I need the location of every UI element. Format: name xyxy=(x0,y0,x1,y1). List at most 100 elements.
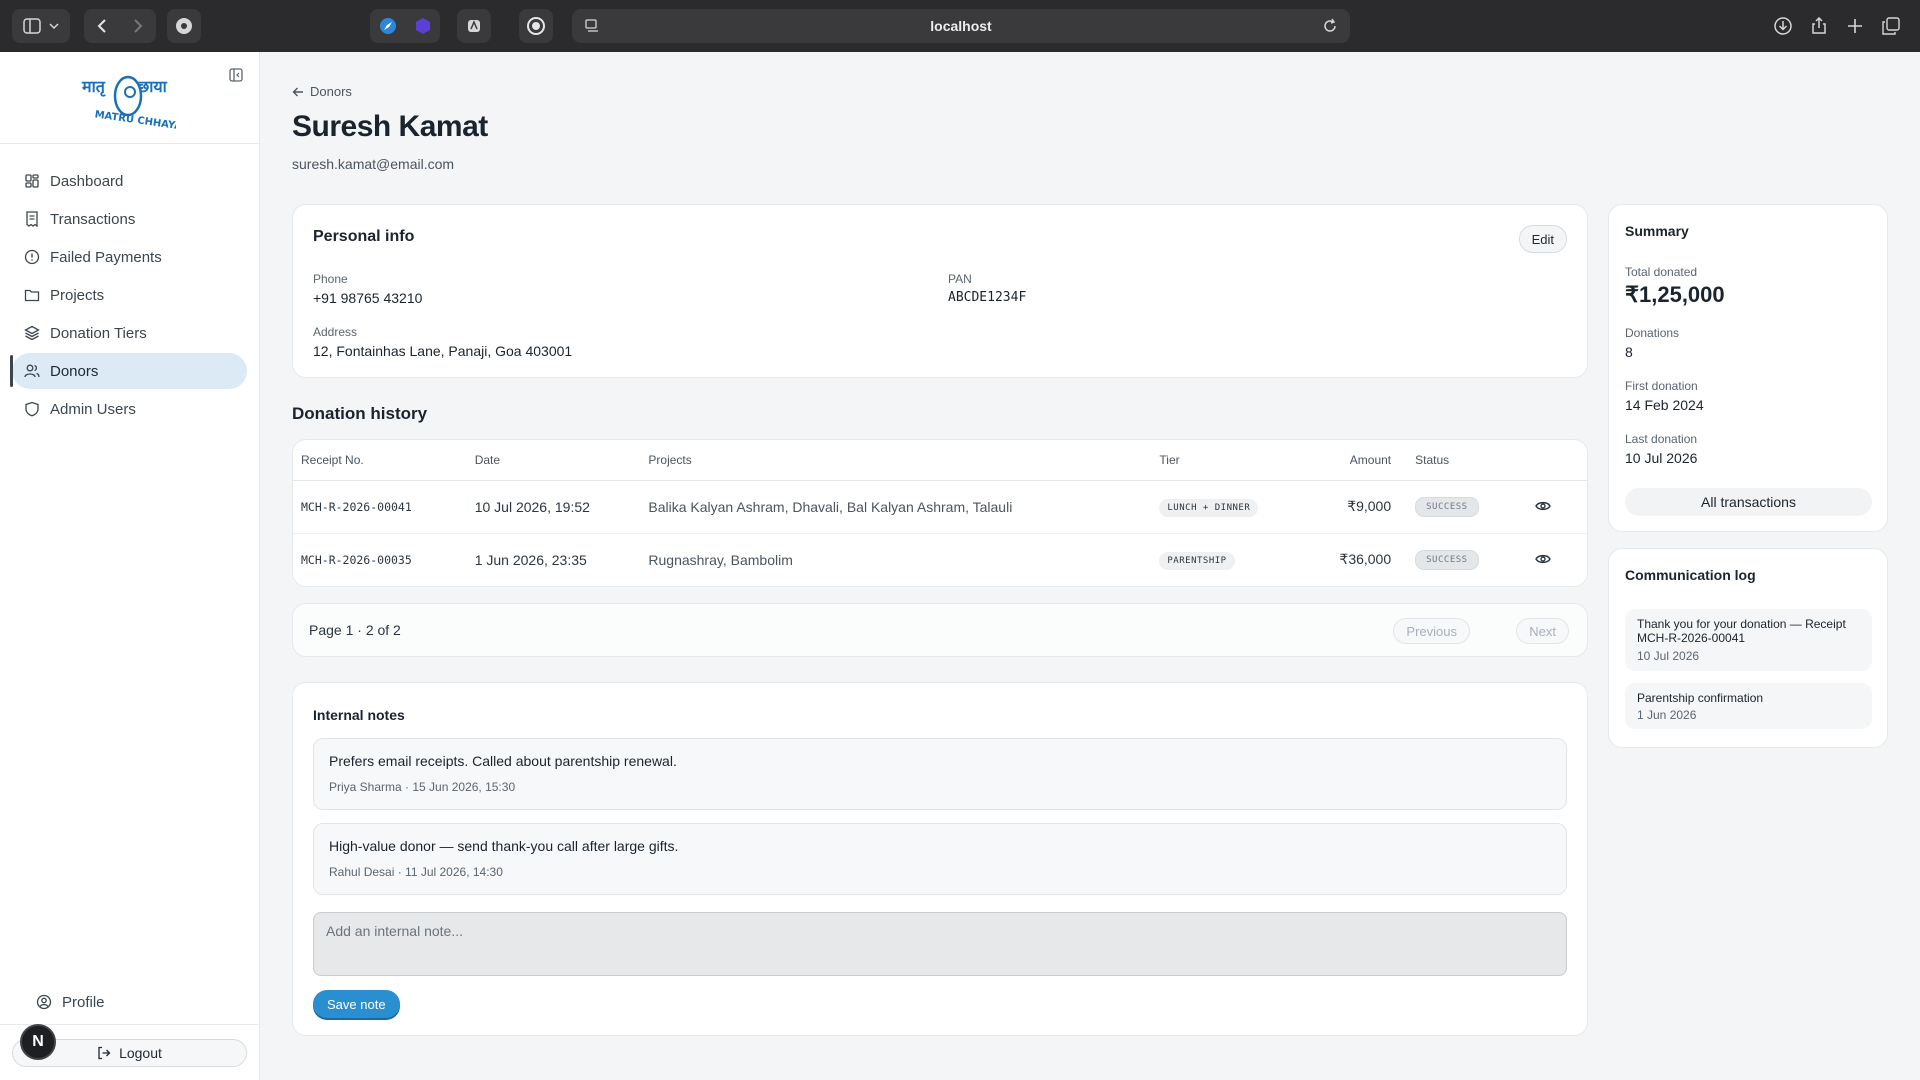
page-info: Page 1 · 2 of 2 xyxy=(309,622,401,638)
first-donation-label: First donation xyxy=(1625,379,1698,393)
sidebar-item-label: Transactions xyxy=(50,210,136,228)
donation-projects: Balika Kalyan Ashram, Dhavali, Bal Kalya… xyxy=(640,480,1152,534)
personal-info-title: Personal info xyxy=(313,228,415,245)
note-meta: Priya Sharma · 15 Jun 2026, 15:30 xyxy=(329,780,516,794)
sidebar-item-failed-payments[interactable]: Failed Payments xyxy=(12,239,247,275)
internal-notes-card: Internal notes Prefers email receipts. C… xyxy=(292,682,1588,1036)
donation-history-title: Donation history xyxy=(292,404,428,423)
last-donation-label: Last donation xyxy=(1625,432,1698,446)
pan-label: PAN xyxy=(948,272,972,286)
sidebar-item-transactions[interactable]: Transactions xyxy=(12,201,247,237)
folder-icon xyxy=(24,289,40,302)
summary-card: Summary Total donated ₹1,25,000 Donation… xyxy=(1608,204,1888,532)
note-item: Prefers email receipts. Called about par… xyxy=(313,738,1567,810)
tier-badge: LUNCH + DINNER xyxy=(1159,498,1259,517)
new-tab-icon[interactable] xyxy=(1838,9,1872,43)
breadcrumb[interactable]: Donors xyxy=(292,84,352,99)
record-icon[interactable] xyxy=(519,9,553,43)
donations-count: 8 xyxy=(1625,344,1633,360)
users-icon xyxy=(24,364,40,378)
sidebar-item-label: Donors xyxy=(50,362,99,380)
log-item-date: 1 Jun 2026 xyxy=(1637,708,1697,722)
sidebar: मातृ छाया MATRU CHHAYA Dashboard Transac… xyxy=(0,52,260,1080)
donation-history-table: Receipt No. Date Projects Tier Amount St… xyxy=(293,440,1587,586)
note-text: High-value donor — send thank-you call a… xyxy=(329,838,679,854)
donation-history-table-card: Receipt No. Date Projects Tier Amount St… xyxy=(292,439,1588,587)
sidebar-toggle-icon[interactable] xyxy=(12,9,70,43)
site-settings-icon[interactable] xyxy=(584,18,600,34)
communication-log-title: Communication log xyxy=(1625,567,1756,583)
address-bar[interactable]: localhost xyxy=(572,9,1350,43)
table-header-row: Receipt No. Date Projects Tier Amount St… xyxy=(293,440,1587,481)
donor-email: suresh.kamat@email.com xyxy=(292,156,455,172)
user-circle-icon xyxy=(36,994,52,1010)
sidebar-item-dashboard[interactable]: Dashboard xyxy=(12,163,247,199)
log-item[interactable]: Thank you for your donation — Receipt MC… xyxy=(1625,609,1872,671)
summary-title: Summary xyxy=(1625,223,1689,239)
share-icon[interactable] xyxy=(1802,9,1836,43)
first-donation-value: 14 Feb 2024 xyxy=(1625,397,1704,413)
browser-toolbar: localhost xyxy=(0,0,1920,52)
all-transactions-button[interactable]: All transactions xyxy=(1625,488,1872,516)
table-row[interactable]: MCH-R-2026-00035 1 Jun 2026, 23:35 Rugna… xyxy=(293,533,1587,586)
next-button[interactable]: Next xyxy=(1516,618,1569,644)
note-meta: Rahul Desai · 11 Jul 2026, 14:30 xyxy=(329,865,503,879)
edit-button[interactable]: Edit xyxy=(1518,225,1567,253)
shield-icon xyxy=(25,401,39,417)
forward-icon[interactable] xyxy=(133,18,143,34)
page-title: Suresh Kamat xyxy=(292,110,488,143)
breadcrumb-donors[interactable]: Donors xyxy=(310,84,352,99)
donation-amount: ₹9,000 xyxy=(1311,480,1408,534)
column-header: Receipt No. xyxy=(293,440,467,481)
receipt-icon xyxy=(26,211,38,227)
sidebar-item-admin-users[interactable]: Admin Users xyxy=(12,391,247,427)
internal-notes-title: Internal notes xyxy=(313,707,405,723)
log-item-title: Thank you for your donation — Receipt MC… xyxy=(1637,617,1846,645)
reload-icon[interactable] xyxy=(1322,18,1338,34)
log-item-title: Parentship confirmation xyxy=(1637,691,1764,705)
pan-value: ABCDE1234F xyxy=(948,290,1027,305)
url-text: localhost xyxy=(930,18,992,34)
avatar[interactable]: N xyxy=(20,1024,56,1060)
back-icon[interactable] xyxy=(97,18,107,34)
total-donated-label: Total donated xyxy=(1625,265,1698,279)
profile-label: Profile xyxy=(62,993,105,1011)
downloads-icon[interactable] xyxy=(1766,9,1800,43)
arrow-left-icon xyxy=(292,87,303,96)
tabs-overview-icon[interactable] xyxy=(1874,9,1908,43)
previous-button[interactable]: Previous xyxy=(1393,618,1470,644)
compass-icon[interactable] xyxy=(379,17,397,35)
brand-logo: मातृ छाया MATRU CHHAYA xyxy=(80,70,183,133)
personal-info-card: Personal info Edit Phone +91 98765 43210… xyxy=(292,204,1588,378)
logout-label: Logout xyxy=(119,1045,162,1061)
eye-icon[interactable] xyxy=(1535,553,1551,565)
phone-label: Phone xyxy=(313,272,348,286)
hexagon-icon[interactable] xyxy=(414,17,432,35)
sidebar-item-label: Donation Tiers xyxy=(50,324,147,342)
sidebar-item-donation-tiers[interactable]: Donation Tiers xyxy=(12,315,247,351)
sidebar-item-donors[interactable]: Donors xyxy=(10,353,247,389)
note-text: Prefers email receipts. Called about par… xyxy=(329,753,677,769)
pagination: Page 1 · 2 of 2 Previous Next xyxy=(292,603,1588,657)
sidebar-item-label: Admin Users xyxy=(50,400,136,418)
svg-text:मातृ: मातृ xyxy=(81,77,106,97)
grid-icon xyxy=(25,174,39,188)
donation-projects: Rugnashray, Bambolim xyxy=(648,551,793,568)
sidebar-item-projects[interactable]: Projects xyxy=(12,277,247,313)
column-header: Amount xyxy=(1311,440,1408,481)
extension-icon[interactable] xyxy=(167,9,201,43)
status-badge: SUCCESS xyxy=(1415,550,1479,571)
column-header: Tier xyxy=(1151,440,1312,481)
internal-note-input[interactable] xyxy=(313,912,1567,976)
sidebar-item-profile[interactable]: Profile xyxy=(24,984,260,1020)
eye-icon[interactable] xyxy=(1535,500,1551,512)
log-item[interactable]: Parentship confirmation 1 Jun 2026 xyxy=(1625,683,1872,729)
reader-icon[interactable] xyxy=(457,9,491,43)
column-header: Status xyxy=(1407,440,1528,481)
note-item: High-value donor — send thank-you call a… xyxy=(313,823,1567,895)
save-note-button[interactable]: Save note xyxy=(313,990,400,1018)
column-header: Date xyxy=(466,440,641,481)
collapse-sidebar-icon[interactable] xyxy=(229,68,243,87)
table-row[interactable]: MCH-R-2026-00041 10 Jul 2026, 19:52 Bali… xyxy=(293,480,1587,534)
donation-date: 10 Jul 2026, 19:52 xyxy=(466,480,641,534)
